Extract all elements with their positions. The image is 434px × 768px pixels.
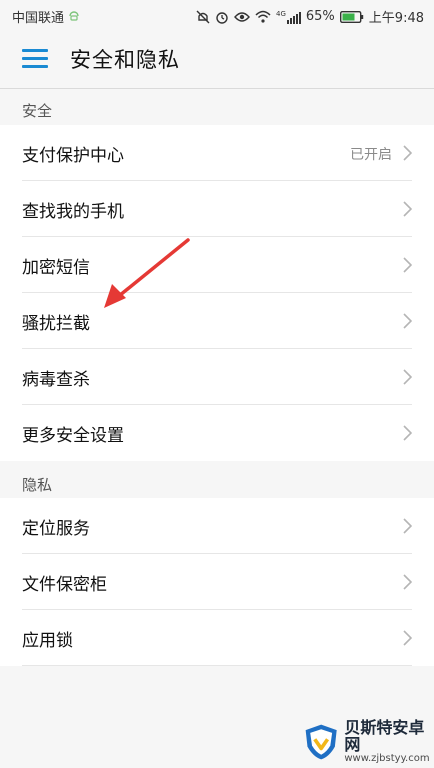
- list-item-label: 支付保护中心: [22, 146, 124, 166]
- app-header: 安全和隐私: [0, 30, 434, 88]
- shield-logo-icon: [305, 724, 337, 760]
- list-item-file-safe[interactable]: 文件保密柜: [0, 554, 434, 610]
- annotation-arrow-icon: [104, 238, 190, 308]
- list-item-label: 更多安全设置: [22, 426, 124, 446]
- list-item-app-lock[interactable]: 应用锁: [0, 610, 434, 666]
- watermark-url: www.zjbstyy.com: [344, 752, 430, 764]
- watermark-title: 贝斯特安卓网: [344, 717, 425, 754]
- battery-percent: 65%: [305, 9, 335, 24]
- carrier-label: 中国联通: [12, 11, 65, 26]
- status-value: 已开启: [350, 147, 392, 163]
- security-list: 支付保护中心 已开启 查找我的手机 加密短信 骚扰拦截 病毒查杀 更多安全设置: [0, 125, 434, 461]
- list-item-label: 查找我的手机: [22, 202, 124, 222]
- chevron-right-icon: [403, 369, 413, 389]
- time-label: 上午9:48: [368, 11, 424, 26]
- menu-icon[interactable]: [22, 48, 48, 70]
- privacy-list: 定位服务 文件保密柜 应用锁: [0, 498, 434, 666]
- alarm-icon: [215, 10, 229, 24]
- mute-icon: [196, 10, 210, 24]
- list-item-more-security-settings[interactable]: 更多安全设置: [0, 405, 434, 461]
- status-right: 4G 65% 上午9:48: [196, 7, 424, 26]
- list-item-label: 定位服务: [22, 519, 90, 539]
- battery-icon: [339, 10, 364, 23]
- list-item-location-service[interactable]: 定位服务: [0, 498, 434, 554]
- network-type-label: 4G: [276, 9, 286, 18]
- chevron-right-icon: [403, 574, 413, 594]
- chevron-right-icon: [403, 518, 413, 538]
- status-left: 中国联通: [12, 7, 80, 26]
- list-item-virus-scan[interactable]: 病毒查杀: [0, 349, 434, 405]
- watermark-logo: 贝斯特安卓网 www.zjbstyy.com: [302, 718, 432, 766]
- list-item-label: 应用锁: [22, 631, 73, 651]
- header-divider: [0, 88, 434, 89]
- chevron-right-icon: [403, 257, 413, 277]
- divider: [22, 665, 412, 666]
- page-title: 安全和隐私: [70, 48, 180, 72]
- signal-icon: 4G: [276, 10, 301, 24]
- list-item-harassment-block[interactable]: 骚扰拦截: [0, 293, 434, 349]
- list-item-label: 病毒查杀: [22, 370, 90, 390]
- list-item-label: 加密短信: [22, 258, 90, 278]
- list-item-label: 文件保密柜: [22, 575, 107, 595]
- list-item-find-my-phone[interactable]: 查找我的手机: [0, 181, 434, 237]
- section-label-privacy: 隐私: [22, 476, 53, 494]
- wifi-assist-icon: [68, 8, 80, 25]
- status-bar: 中国联通 4G 65% 上午9:48: [0, 0, 434, 30]
- wifi-icon: [255, 10, 271, 23]
- eye-icon: [234, 11, 250, 23]
- chevron-right-icon: [403, 145, 413, 165]
- chevron-right-icon: [403, 313, 413, 333]
- list-item-encrypted-sms[interactable]: 加密短信: [0, 237, 434, 293]
- chevron-right-icon: [403, 630, 413, 650]
- list-item-payment-protection[interactable]: 支付保护中心 已开启: [0, 125, 434, 181]
- section-label-security: 安全: [22, 102, 53, 120]
- list-item-label: 骚扰拦截: [22, 314, 90, 334]
- chevron-right-icon: [403, 425, 413, 445]
- chevron-right-icon: [403, 201, 413, 221]
